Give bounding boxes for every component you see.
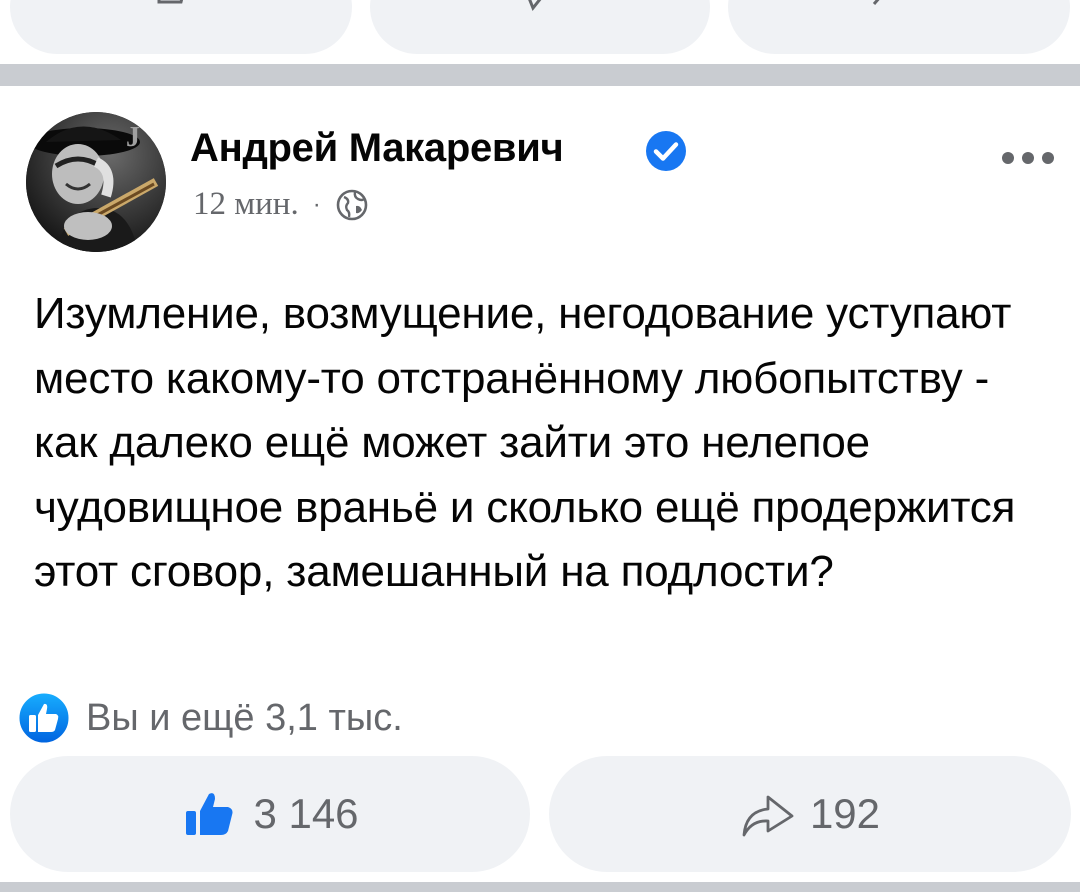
feed-separator-bottom (0, 882, 1080, 892)
avatar-image: J (26, 112, 166, 252)
meta-separator: · (312, 190, 321, 218)
share-button[interactable]: 192 (549, 756, 1071, 872)
share-arrow-icon (742, 795, 794, 837)
svg-text:J: J (126, 122, 140, 153)
shares-count: 192 (809, 790, 881, 837)
post-text: Изумление, возмущение, негодование уступ… (34, 289, 1016, 596)
feed-separator (0, 64, 1080, 86)
avatar[interactable]: J (26, 112, 166, 252)
more-options-button[interactable] (998, 138, 1058, 178)
share-arrow-icon (872, 0, 880, 5)
previous-like-button[interactable] (10, 0, 352, 54)
thumbs-up-icon (186, 793, 233, 835)
thumbs-up-icon (157, 0, 184, 4)
globe-icon (336, 189, 368, 220)
more-dot (1002, 152, 1014, 164)
post-time[interactable]: 12 мин. (193, 186, 299, 223)
reactions-text: Вы и ещё 3,1 тыс. (86, 696, 403, 739)
post-meta: 12 мин. · (193, 186, 369, 223)
like-reaction-icon (16, 690, 72, 746)
verified-badge-icon (646, 131, 686, 171)
previous-comment-button[interactable] (370, 0, 710, 54)
previous-post-actions (0, 0, 1080, 62)
previous-share-button[interactable] (728, 0, 1070, 54)
reactions-summary[interactable]: Вы и ещё 3,1 тыс. (16, 690, 403, 746)
like-button[interactable]: 3 146 (10, 756, 530, 872)
more-dot (1022, 152, 1034, 164)
author-name[interactable]: Андрей Макаревич (190, 126, 564, 171)
likes-count: 3 146 (253, 790, 359, 837)
feed: J Андрей Макаревич 12 мин. · Изумление, … (0, 0, 1080, 892)
comment-icon (528, 0, 542, 11)
more-dot (1042, 152, 1054, 164)
